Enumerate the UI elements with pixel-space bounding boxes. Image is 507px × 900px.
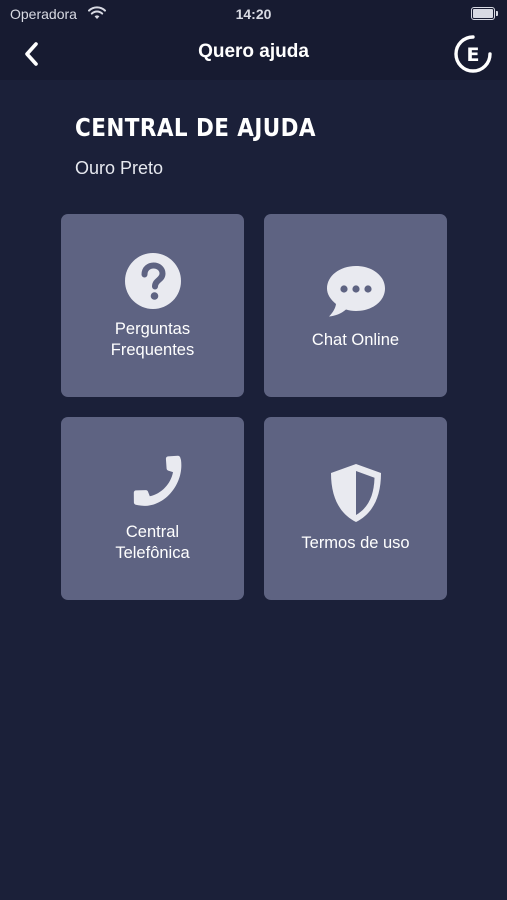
battery-icon	[471, 7, 498, 20]
nav-bar: Quero ajuda E	[0, 28, 507, 80]
phone-support-tile[interactable]: Central Telefônica	[61, 417, 244, 600]
chat-online-tile[interactable]: Chat Online	[264, 214, 447, 397]
brand-logo-icon: E	[454, 35, 492, 73]
question-circle-icon	[124, 253, 181, 309]
page-title: CENTRAL DE AJUDA	[75, 113, 316, 142]
nav-title: Quero ajuda	[198, 41, 309, 62]
status-bar: Operadora 14:20	[0, 0, 507, 28]
chat-bubble-icon	[326, 266, 385, 317]
faq-tile[interactable]: Perguntas Frequentes	[61, 214, 244, 397]
terms-of-use-tile[interactable]: Termos de uso	[264, 417, 447, 600]
brand-logo-letter: E	[467, 44, 480, 66]
city-subtitle: Ouro Preto	[75, 158, 164, 178]
status-time: 14:20	[235, 6, 272, 22]
chat-online-tile-label: Chat Online	[311, 331, 400, 349]
terms-of-use-tile-label: Termos de uso	[301, 534, 410, 552]
phone-icon	[133, 455, 181, 506]
faq-tile-label: Perguntas Frequentes	[110, 320, 195, 359]
phone-support-tile-label: Central Telefônica	[115, 523, 190, 562]
shield-icon	[330, 464, 381, 522]
